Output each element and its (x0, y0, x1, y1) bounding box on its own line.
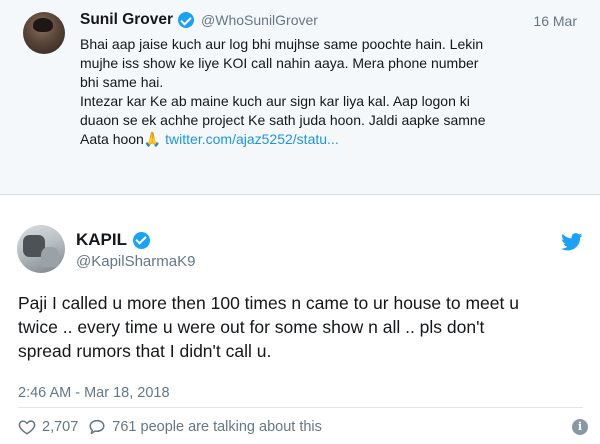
tweet2-author-handle[interactable]: @KapilSharmaK9 (76, 253, 195, 270)
folded-hands-emoji-icon: 🙏 (143, 131, 162, 147)
tweet2-author-name[interactable]: KAPIL (76, 230, 127, 250)
quoted-tweet-card[interactable]: Sunil Grover @WhoSunilGrover 16 Mar Bhai… (0, 0, 600, 195)
tweet1-link[interactable]: twitter.com/ajaz5252/statu... (165, 131, 339, 147)
tweet2-author[interactable]: KAPIL (76, 230, 150, 250)
speech-bubble-icon[interactable] (88, 418, 106, 436)
tweet1-author-handle[interactable]: @WhoSunilGrover (201, 12, 318, 28)
tweet1-author[interactable]: Sunil Grover @WhoSunilGrover (80, 11, 318, 29)
conversation-action[interactable]: 761 people are talking about this (88, 418, 322, 436)
talking-count: 761 people are talking about this (112, 419, 322, 435)
tweet2-timestamp[interactable]: 2:46 AM - Mar 18, 2018 (18, 385, 170, 401)
tweet1-author-name[interactable]: Sunil Grover (80, 11, 173, 29)
tweet2-actions: 2,707 761 people are talking about this (18, 417, 588, 437)
divider (18, 407, 583, 408)
like-count: 2,707 (42, 419, 79, 435)
heart-icon[interactable] (18, 418, 36, 436)
verified-badge-icon (178, 12, 195, 28)
tweet1-date[interactable]: 16 Mar (533, 13, 577, 29)
like-action[interactable]: 2,707 (18, 418, 78, 436)
tweet2-body: Paji I called u more then 100 times n ca… (18, 293, 519, 361)
info-icon[interactable]: i (572, 419, 588, 435)
kapil-avatar[interactable] (17, 225, 65, 273)
tweet1-body: Bhai aap jaise kuch aur log bhi mujhse s… (80, 35, 585, 149)
verified-badge-icon (133, 231, 150, 249)
sunil-grover-avatar[interactable] (23, 12, 65, 54)
twitter-bird-icon[interactable] (561, 233, 583, 251)
